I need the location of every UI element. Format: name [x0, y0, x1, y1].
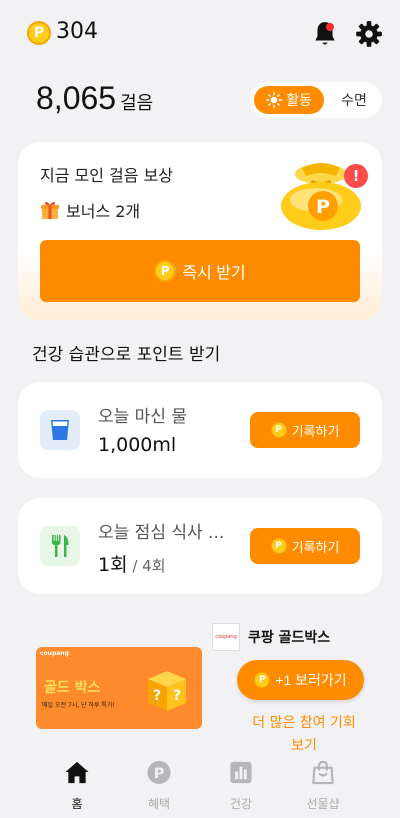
banner-headline: 골드 박스 [44, 680, 101, 696]
record-lunch-button[interactable]: P 기록하기 [250, 528, 360, 564]
record-label: 기록하기 [291, 423, 340, 439]
fork-knife-icon [40, 526, 80, 566]
svg-text:?: ? [153, 688, 161, 704]
bell-icon[interactable] [312, 20, 338, 48]
coin-icon: P [254, 672, 271, 688]
view-more-points-button[interactable]: P +1 보러가기 [237, 660, 364, 700]
advertiser-logo[interactable]: coupang [212, 623, 240, 651]
tab-label: 홈 [71, 797, 83, 811]
water-cup-icon [40, 410, 80, 450]
tab-home[interactable]: 홈 [47, 760, 107, 812]
activity-mode-button[interactable]: 활동 [254, 86, 324, 114]
shopping-bag-icon [312, 760, 334, 785]
alert-badge: ! [344, 164, 368, 188]
habit-card-lunch[interactable]: 오늘 점심 식사 ... 1회 / 4회 P 기록하기 [18, 498, 382, 594]
tab-label: 혜택 [147, 797, 171, 811]
banner-brand: coupang [40, 650, 69, 657]
tab-label: 건강 [229, 797, 253, 811]
activity-mode-label: 활동 [286, 93, 312, 109]
sun-icon [266, 92, 283, 108]
gift-icon [41, 201, 59, 219]
habit-card-water[interactable]: 오늘 마신 물 1,000ml P 기록하기 [18, 382, 382, 478]
notification-dot [326, 23, 334, 31]
top-bar: P 304 [0, 0, 400, 66]
section-title: 건강 습관으로 포인트 받기 [32, 345, 221, 365]
ad-title[interactable]: 쿠팡 골드박스 [248, 627, 330, 647]
coin-icon: P [270, 538, 287, 554]
claim-now-button[interactable]: P 즉시 받기 [40, 240, 360, 302]
coin-icon: P [270, 422, 287, 438]
banner-caption: 매일 오전 7시, 단 하루 특가! [42, 702, 115, 709]
mystery-box-icon: ? ? [148, 671, 186, 711]
points-balance[interactable]: 304 [56, 19, 98, 44]
bonus-label: 보너스 2개 [66, 202, 141, 221]
gear-icon[interactable] [355, 20, 383, 48]
step-count: 8,065 걸음 [36, 80, 153, 117]
bottom-tab-bar: 홈 P 혜택 건강 선물샵 [0, 750, 400, 818]
claim-now-label: 즉시 받기 [182, 265, 246, 282]
sleep-mode-label: 수면 [341, 93, 367, 109]
more-opportunities-link[interactable]: 더 많은 참여 기회 보기 [248, 712, 360, 750]
ad-banner[interactable]: coupang 골드 박스 매일 오전 7시, 단 하루 특가! ? ? [36, 647, 202, 729]
habit-name: 오늘 점심 식사 ... [98, 523, 225, 543]
coin-icon: P [154, 260, 177, 282]
coin-icon: P [27, 21, 51, 45]
bonus-row: 보너스 2개 [40, 198, 140, 222]
habit-total: / 4회 [127, 557, 166, 575]
step-count-unit: 걸음 [120, 93, 154, 114]
step-reward-card: 지금 모인 걸음 보상 보너스 2개 P ! P 즉시 받기 [18, 142, 382, 320]
mode-toggle: 활동 수면 [250, 82, 382, 118]
habit-value: 1,000ml [98, 434, 176, 456]
record-label: 기록하기 [291, 539, 340, 555]
step-count-value: 8,065 [36, 80, 117, 116]
habit-value-text: 1,000ml [98, 434, 177, 456]
svg-text:P: P [316, 196, 330, 218]
record-water-button[interactable]: P 기록하기 [250, 412, 360, 448]
sleep-mode-button[interactable]: 수면 [332, 86, 376, 114]
tab-label: 선물샵 [306, 797, 340, 811]
svg-text:?: ? [173, 688, 181, 704]
tab-health[interactable]: 건강 [211, 760, 271, 812]
habit-value-text: 1회 [98, 554, 128, 576]
chart-icon [230, 761, 252, 784]
svg-text:P: P [154, 766, 165, 782]
habit-value: 1회 / 4회 [98, 550, 166, 577]
view-more-points-label: +1 보러가기 [275, 672, 347, 688]
reward-title: 지금 모인 걸음 보상 [40, 166, 174, 185]
habit-name: 오늘 마신 물 [98, 407, 188, 427]
home-icon [65, 761, 89, 784]
points-icon: P [147, 760, 171, 785]
tab-gift-shop[interactable]: 선물샵 [293, 760, 353, 812]
tab-benefits[interactable]: P 혜택 [129, 760, 189, 812]
